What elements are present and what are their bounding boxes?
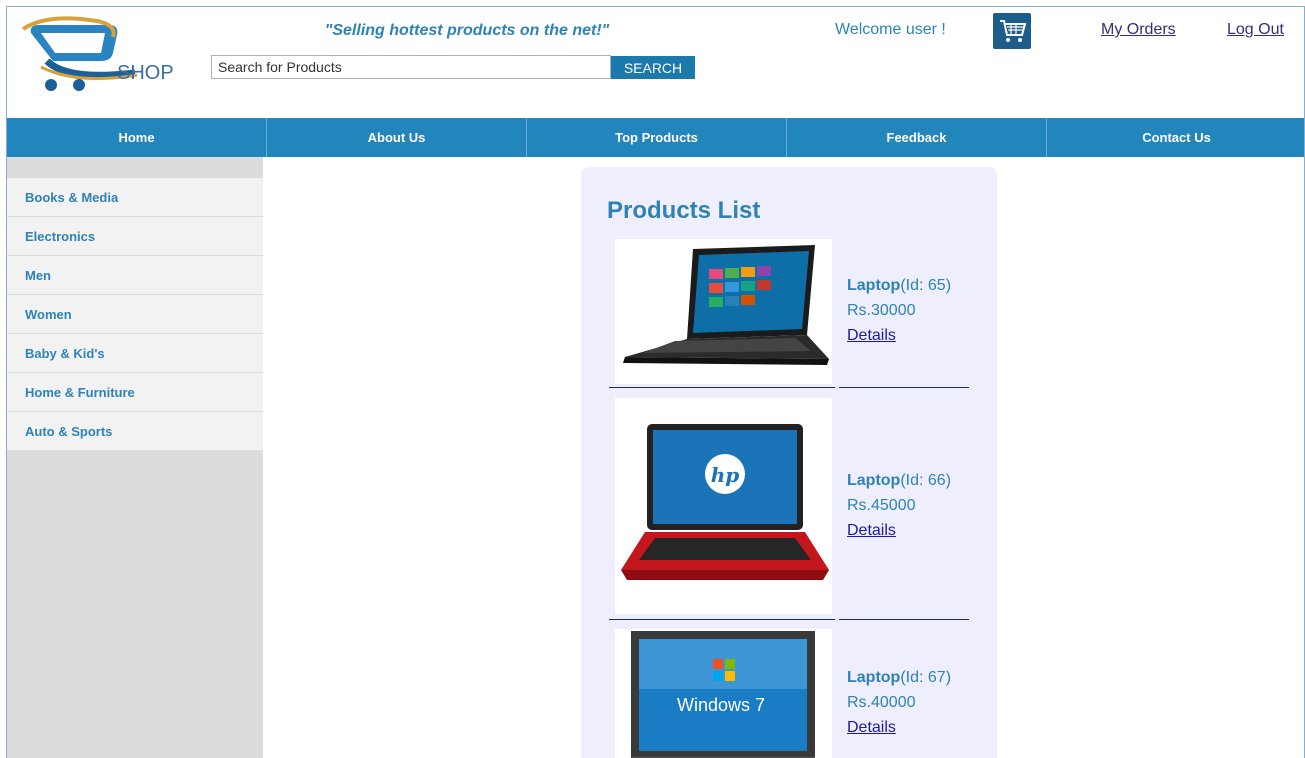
tagline: "Selling hottest products on the net!": [324, 22, 610, 39]
laptop-image: Windows 7: [631, 631, 815, 758]
product-image[interactable]: hp: [615, 398, 832, 614]
product-id: (Id: 67): [900, 669, 952, 686]
category-men[interactable]: Men: [7, 256, 263, 295]
product-name: Laptop: [847, 472, 901, 489]
laptop-image: hp: [621, 424, 829, 580]
search-button[interactable]: SEARCH: [611, 56, 695, 79]
product-details-link[interactable]: Details: [847, 719, 896, 736]
svg-text:hp: hp: [711, 463, 740, 487]
product-info: Laptop(Id: 67) Rs.40000 Details: [847, 665, 951, 740]
product-details-link[interactable]: Details: [847, 522, 896, 539]
product-price: Rs.40000: [847, 694, 916, 711]
category-electronics[interactable]: Electronics: [7, 217, 263, 256]
product-id: (Id: 66): [900, 472, 952, 489]
nav-contact-us[interactable]: Contact Us: [1047, 118, 1304, 157]
product-name: Laptop: [847, 669, 901, 686]
products-panel: Products List Laptop(Id: 65) Rs.30000 De…: [581, 167, 997, 758]
product-price: Rs.30000: [847, 302, 916, 319]
category-auto-sports[interactable]: Auto & Sports: [7, 412, 263, 451]
product-image[interactable]: [615, 239, 832, 384]
divider: [839, 387, 969, 388]
laptop-image: [623, 245, 829, 365]
divider: [609, 387, 835, 388]
shop-logo[interactable]: SHOP: [17, 15, 177, 95]
page-frame: SHOP "Selling hottest products on the ne…: [6, 6, 1305, 758]
product-info: Laptop(Id: 65) Rs.30000 Details: [847, 273, 951, 348]
product-id: (Id: 65): [900, 277, 952, 294]
nav-home[interactable]: Home: [7, 118, 267, 157]
main-nav: Home About Us Top Products Feedback Cont…: [7, 118, 1304, 157]
product-image[interactable]: Windows 7: [615, 629, 832, 758]
svg-text:Windows 7: Windows 7: [677, 695, 765, 715]
divider: [839, 619, 969, 620]
category-books-media[interactable]: Books & Media: [7, 178, 263, 217]
shopping-cart-icon: [1000, 20, 1027, 42]
product-info: Laptop(Id: 66) Rs.45000 Details: [847, 468, 951, 543]
product-name: Laptop: [847, 277, 901, 294]
svg-text:SHOP: SHOP: [117, 62, 174, 84]
welcome-text: Welcome user !: [835, 21, 946, 38]
category-sidebar: Books & Media Electronics Men Women Baby…: [7, 157, 263, 758]
cart-button[interactable]: [993, 13, 1031, 49]
nav-about-us[interactable]: About Us: [267, 118, 527, 157]
divider: [609, 619, 835, 620]
category-list: Books & Media Electronics Men Women Baby…: [7, 178, 263, 451]
category-women[interactable]: Women: [7, 295, 263, 334]
products-title: Products List: [607, 197, 761, 224]
log-out-link[interactable]: Log Out: [1227, 21, 1284, 39]
my-orders-link[interactable]: My Orders: [1101, 21, 1176, 39]
cart-logo-icon: SHOP: [21, 16, 174, 91]
product-details-link[interactable]: Details: [847, 327, 896, 344]
nav-top-products[interactable]: Top Products: [527, 118, 787, 157]
category-home-furniture[interactable]: Home & Furniture: [7, 373, 263, 412]
nav-feedback[interactable]: Feedback: [787, 118, 1047, 157]
category-baby-kids[interactable]: Baby & Kid's: [7, 334, 263, 373]
product-price: Rs.45000: [847, 497, 916, 514]
search-input[interactable]: [211, 55, 611, 79]
